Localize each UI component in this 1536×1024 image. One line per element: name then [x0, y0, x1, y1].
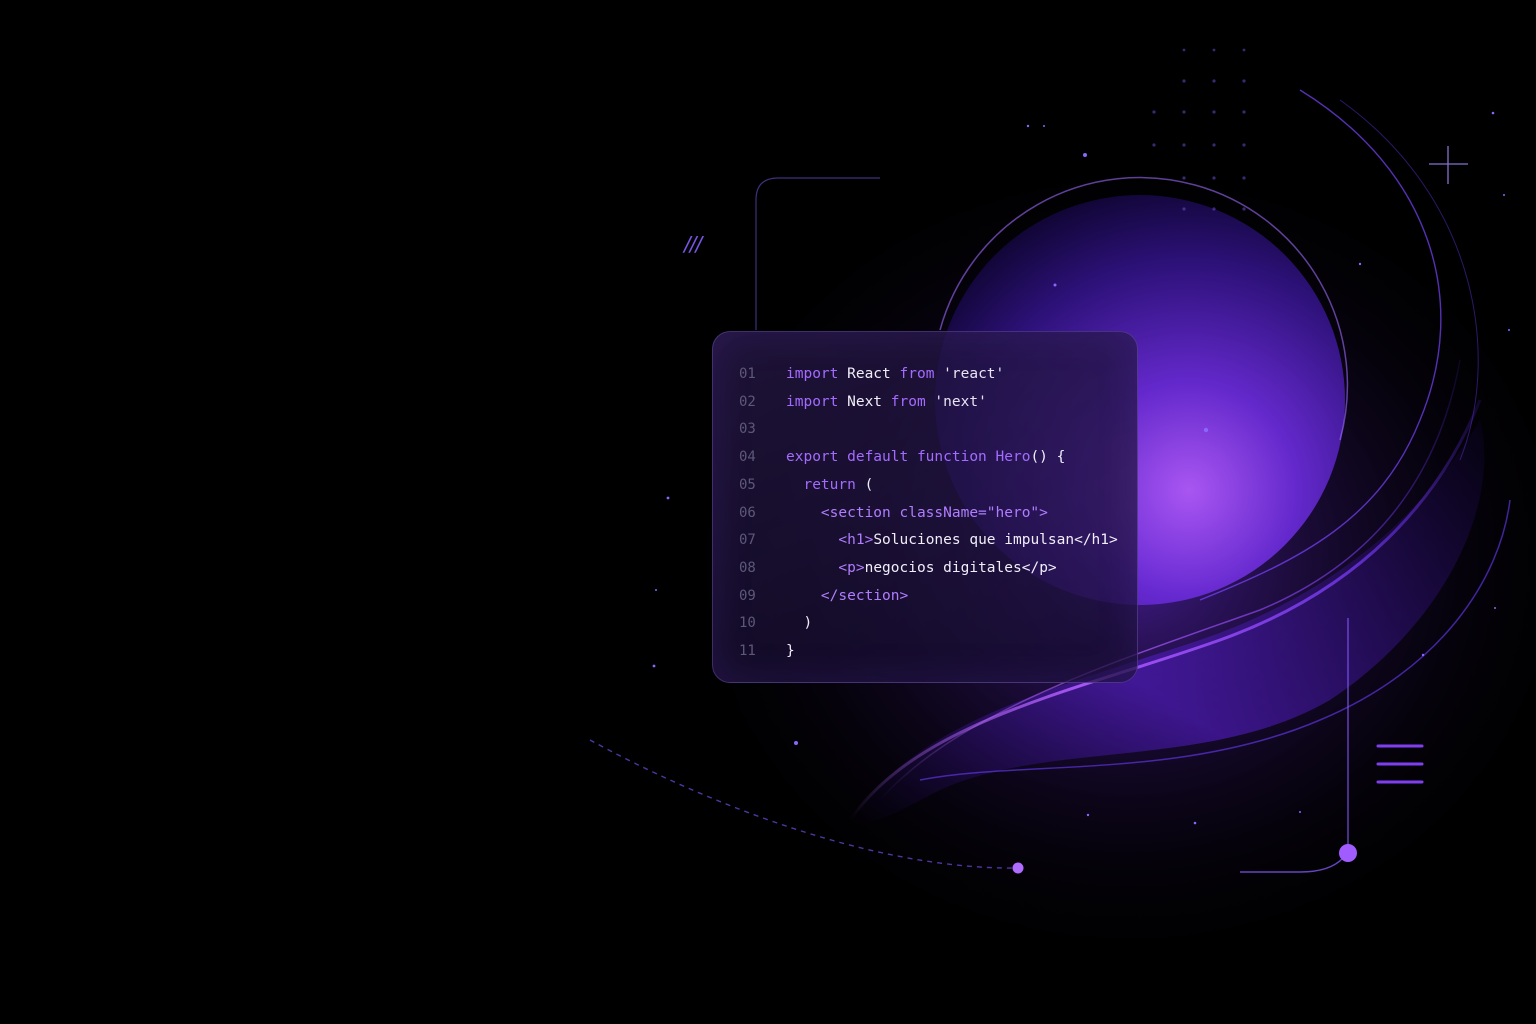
- code-token: <h1>: [838, 532, 874, 549]
- code-line: 01 import React from 'react': [713, 364, 1137, 384]
- code-line: 03: [713, 419, 1137, 439]
- line-number: 08: [739, 559, 756, 576]
- code-token: from: [899, 366, 935, 382]
- code-token: return: [803, 476, 856, 493]
- code-line: 06 <section className="hero">: [713, 503, 1137, 523]
- code-token: from: [890, 393, 926, 410]
- code-text: ): [786, 613, 812, 633]
- line-number: 11: [739, 643, 756, 659]
- code-text: <h1>Soluciones que impulsan</h1>: [786, 530, 1118, 550]
- code-token: <p>: [838, 559, 865, 576]
- code-token: (: [855, 476, 874, 493]
- code-token: negocios digitales</p>: [864, 559, 1057, 576]
- code-line: 04 export default function Hero() {: [713, 447, 1137, 467]
- code-text: </section>: [786, 586, 908, 606]
- line-number: 09: [739, 587, 756, 604]
- code-token: export default function: [786, 449, 987, 466]
- code-line: 08 <p>negocios digitales</p>: [713, 558, 1137, 578]
- code-token: 'react': [934, 366, 1005, 382]
- code-token: Next: [838, 393, 891, 410]
- line-number: 05: [739, 476, 756, 493]
- line-number: 10: [739, 615, 756, 632]
- code-line: 05 return (: [713, 475, 1137, 495]
- code-token: <section className="hero">: [820, 504, 1048, 521]
- code-token: 'next': [925, 393, 987, 410]
- code-token: }: [786, 643, 795, 659]
- code-text: return (: [786, 475, 873, 495]
- code-token: Hero: [995, 449, 1031, 466]
- code-line: 10 ): [713, 613, 1137, 633]
- code-text: export default function Hero() {: [786, 447, 1065, 467]
- code-line: 09 </section>: [713, 586, 1137, 606]
- code-text: }: [786, 641, 795, 661]
- code-line: 07 <h1>Soluciones que impulsan</h1>: [713, 530, 1137, 550]
- dashed-curve-node: [1012, 862, 1024, 874]
- code-token: () {: [1030, 449, 1066, 466]
- code-text: <section className="hero">: [786, 503, 1048, 523]
- code-line: 11}: [713, 641, 1137, 661]
- code-line: 02 import Next from 'next': [713, 392, 1137, 412]
- code-card: 01 import React from 'react' 02 import Next…: [712, 331, 1138, 683]
- code-token: import: [786, 366, 839, 382]
- line-number: 06: [739, 504, 756, 521]
- code-token: </section>: [820, 587, 909, 604]
- plus-icon: [1429, 146, 1468, 184]
- code-token: ): [786, 615, 813, 632]
- line-number: 04: [739, 449, 756, 466]
- code-text: import React from 'react': [786, 364, 1004, 384]
- code-text: import Next from 'next': [786, 392, 987, 412]
- line-number: 03: [739, 421, 756, 438]
- line-number: 02: [739, 393, 756, 410]
- code-text: <p>negocios digitales</p>: [786, 558, 1057, 578]
- code-token: React: [838, 366, 900, 382]
- code-token: import: [786, 393, 839, 410]
- line-number: 01: [739, 366, 756, 382]
- connector-node: [1339, 844, 1357, 862]
- line-number: 07: [739, 532, 756, 549]
- code-token: Soluciones que impulsan</h1>: [873, 532, 1118, 549]
- slashes-decor: ///: [684, 232, 702, 256]
